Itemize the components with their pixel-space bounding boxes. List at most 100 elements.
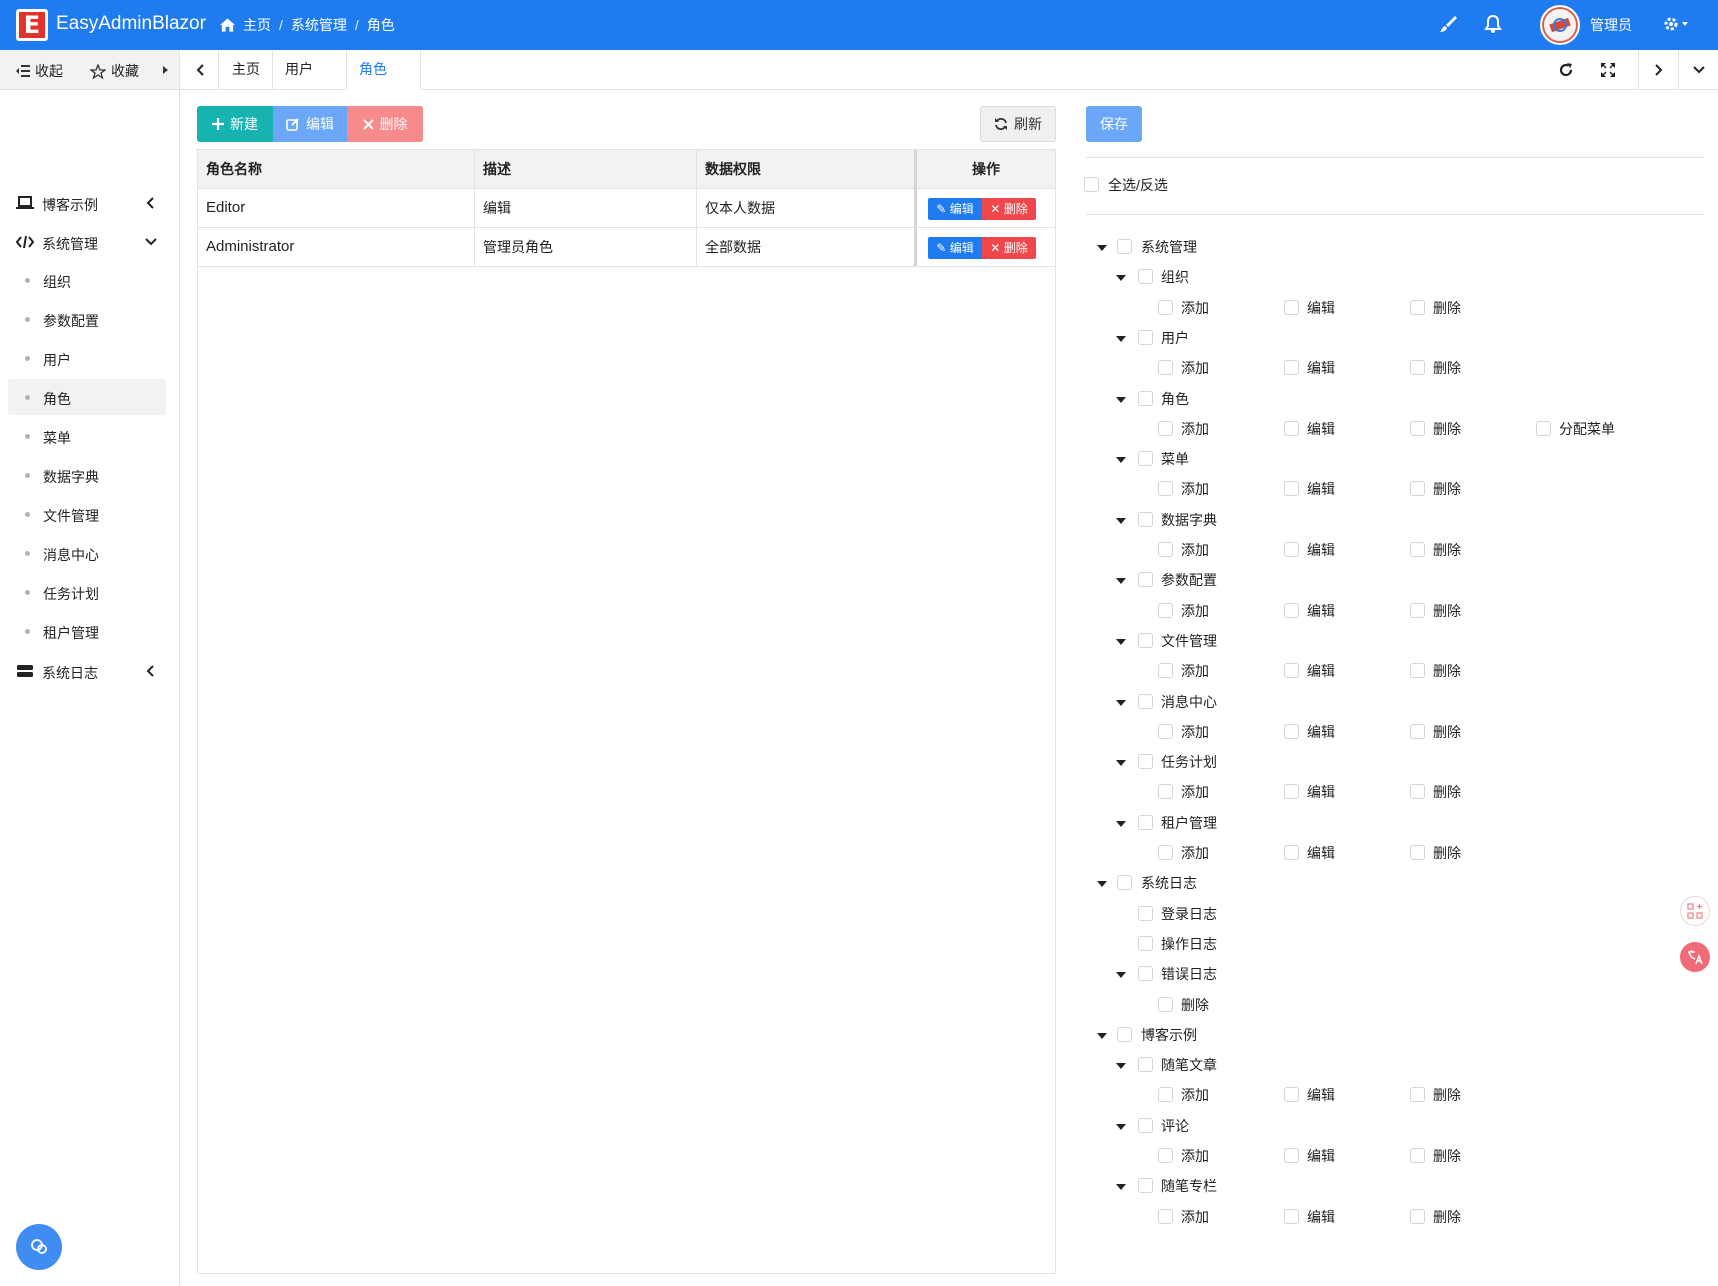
permission-checkbox[interactable]	[1138, 905, 1153, 921]
bell-icon[interactable]	[1483, 14, 1503, 34]
permission-action-checkbox[interactable]	[1158, 784, 1173, 800]
caret-down-icon[interactable]	[1116, 457, 1126, 464]
permission-action-checkbox[interactable]	[1410, 360, 1425, 376]
permission-action-checkbox[interactable]	[1410, 784, 1425, 800]
permission-action-checkbox[interactable]	[1158, 663, 1173, 679]
sidebar-item-menus[interactable]: 菜单	[8, 418, 166, 454]
permission-checkbox[interactable]	[1138, 1057, 1153, 1073]
caret-down-icon[interactable]	[1116, 972, 1126, 979]
sidebar-item-tasks[interactable]: 任务计划	[8, 574, 166, 610]
permission-checkbox[interactable]	[1138, 966, 1153, 982]
permission-action-checkbox[interactable]	[1410, 1148, 1425, 1163]
permission-checkbox[interactable]	[1138, 754, 1153, 770]
delete-button[interactable]: 删除	[347, 106, 423, 142]
sidebar-item-files[interactable]: 文件管理	[8, 496, 166, 532]
chat-button[interactable]	[16, 1224, 62, 1270]
edit-button[interactable]: 编辑	[273, 106, 347, 142]
sidebar-item-dictionary[interactable]: 数据字典	[8, 457, 166, 493]
column-header-name[interactable]: 角色名称	[198, 150, 475, 189]
sidebar-group-blog[interactable]: 博客示例	[0, 184, 179, 222]
sidebar-item-organization[interactable]: 组织	[8, 262, 166, 298]
permission-checkbox[interactable]	[1138, 1178, 1153, 1194]
table-row[interactable]: Editor 编辑 仅本人数据 ✎ 编辑 ✕ 删除	[198, 189, 1055, 228]
breadcrumb-item-system[interactable]: 系统管理	[291, 15, 347, 35]
permission-checkbox[interactable]	[1138, 693, 1153, 709]
permission-action-checkbox[interactable]	[1410, 845, 1425, 860]
tab-menu-button[interactable]	[1678, 50, 1718, 89]
row-delete-button[interactable]: ✕ 删除	[982, 237, 1036, 259]
column-header-scope[interactable]: 数据权限	[697, 150, 917, 189]
app-title[interactable]: EasyAdminBlazor	[56, 13, 206, 35]
row-delete-button[interactable]: ✕ 删除	[982, 198, 1036, 220]
caret-down-icon[interactable]	[1116, 760, 1126, 767]
permission-action-checkbox[interactable]	[1410, 602, 1425, 618]
new-button[interactable]: 新建	[197, 106, 273, 142]
permission-checkbox[interactable]	[1138, 814, 1153, 830]
caret-down-icon[interactable]	[1116, 638, 1126, 645]
permission-action-checkbox[interactable]	[1284, 723, 1299, 739]
caret-right-icon[interactable]	[163, 66, 169, 74]
caret-down-icon[interactable]	[1116, 1123, 1126, 1130]
sidebar-item-messages[interactable]: 消息中心	[8, 535, 166, 571]
sidebar-item-users[interactable]: 用户	[8, 340, 166, 376]
permission-checkbox[interactable]	[1138, 269, 1153, 285]
permission-action-checkbox[interactable]	[1158, 845, 1173, 860]
permission-action-checkbox[interactable]	[1284, 663, 1299, 679]
caret-down-icon[interactable]	[1116, 396, 1126, 403]
permission-action-checkbox[interactable]	[1284, 602, 1299, 618]
caret-down-icon[interactable]	[1116, 517, 1126, 524]
brush-icon[interactable]	[1438, 14, 1458, 34]
user-name[interactable]: 管理员	[1590, 15, 1632, 35]
caret-down-icon[interactable]	[1116, 335, 1126, 342]
permission-checkbox[interactable]	[1117, 1026, 1132, 1042]
permission-checkbox[interactable]	[1138, 1117, 1153, 1133]
caret-down-icon[interactable]	[1097, 1032, 1107, 1039]
row-edit-button[interactable]: ✎ 编辑	[928, 198, 982, 220]
permission-action-checkbox[interactable]	[1158, 420, 1173, 436]
permission-action-checkbox[interactable]	[1410, 542, 1425, 557]
caret-down-icon[interactable]	[1097, 881, 1107, 888]
permission-action-checkbox[interactable]	[1284, 1148, 1299, 1163]
sidebar-group-logs[interactable]: 系统日志	[0, 652, 179, 690]
permission-action-checkbox[interactable]	[1158, 481, 1173, 497]
tab-home[interactable]: 主页	[220, 50, 273, 89]
caret-down-icon[interactable]	[1116, 820, 1126, 827]
collapse-button[interactable]: 收起	[16, 61, 63, 81]
caret-down-icon[interactable]	[1097, 245, 1107, 251]
sidebar-item-roles[interactable]: 角色	[8, 379, 166, 415]
caret-down-icon[interactable]	[1116, 578, 1126, 585]
permission-action-checkbox[interactable]	[1158, 996, 1173, 1012]
column-header-description[interactable]: 描述	[475, 150, 697, 189]
sidebar-group-system[interactable]: 系统管理	[0, 223, 179, 261]
tab-roles[interactable]: 角色	[347, 50, 421, 90]
permission-action-checkbox[interactable]	[1158, 360, 1173, 376]
sidebar-item-parameters[interactable]: 参数配置	[8, 301, 166, 337]
permission-action-checkbox[interactable]	[1284, 420, 1299, 436]
permission-action-checkbox[interactable]	[1284, 542, 1299, 557]
permission-action-checkbox[interactable]	[1284, 1087, 1299, 1103]
permission-checkbox[interactable]	[1138, 451, 1153, 467]
permission-action-checkbox[interactable]	[1158, 1208, 1173, 1224]
translate-float-button[interactable]	[1680, 942, 1710, 972]
permission-checkbox[interactable]	[1117, 875, 1132, 891]
select-all-checkbox[interactable]	[1084, 177, 1099, 192]
permission-action-checkbox[interactable]	[1284, 360, 1299, 376]
tab-scroll-right-button[interactable]	[1638, 50, 1678, 89]
permission-action-checkbox[interactable]	[1284, 845, 1299, 860]
permission-action-checkbox[interactable]	[1536, 420, 1551, 436]
permission-action-checkbox[interactable]	[1410, 663, 1425, 679]
permission-action-checkbox[interactable]	[1284, 299, 1299, 315]
permission-checkbox[interactable]	[1138, 935, 1153, 951]
permission-action-checkbox[interactable]	[1158, 1087, 1173, 1103]
permission-checkbox[interactable]	[1138, 632, 1153, 648]
permission-action-checkbox[interactable]	[1158, 1148, 1173, 1163]
permission-action-checkbox[interactable]	[1284, 481, 1299, 497]
permission-checkbox[interactable]	[1138, 329, 1153, 345]
row-edit-button[interactable]: ✎ 编辑	[928, 237, 982, 259]
breadcrumb-item-home[interactable]: 主页	[243, 15, 271, 35]
tab-scroll-left-button[interactable]	[181, 50, 219, 89]
permission-action-checkbox[interactable]	[1158, 299, 1173, 315]
fullscreen-icon[interactable]	[1600, 62, 1616, 78]
permission-action-checkbox[interactable]	[1410, 481, 1425, 497]
permission-action-checkbox[interactable]	[1410, 1208, 1425, 1224]
